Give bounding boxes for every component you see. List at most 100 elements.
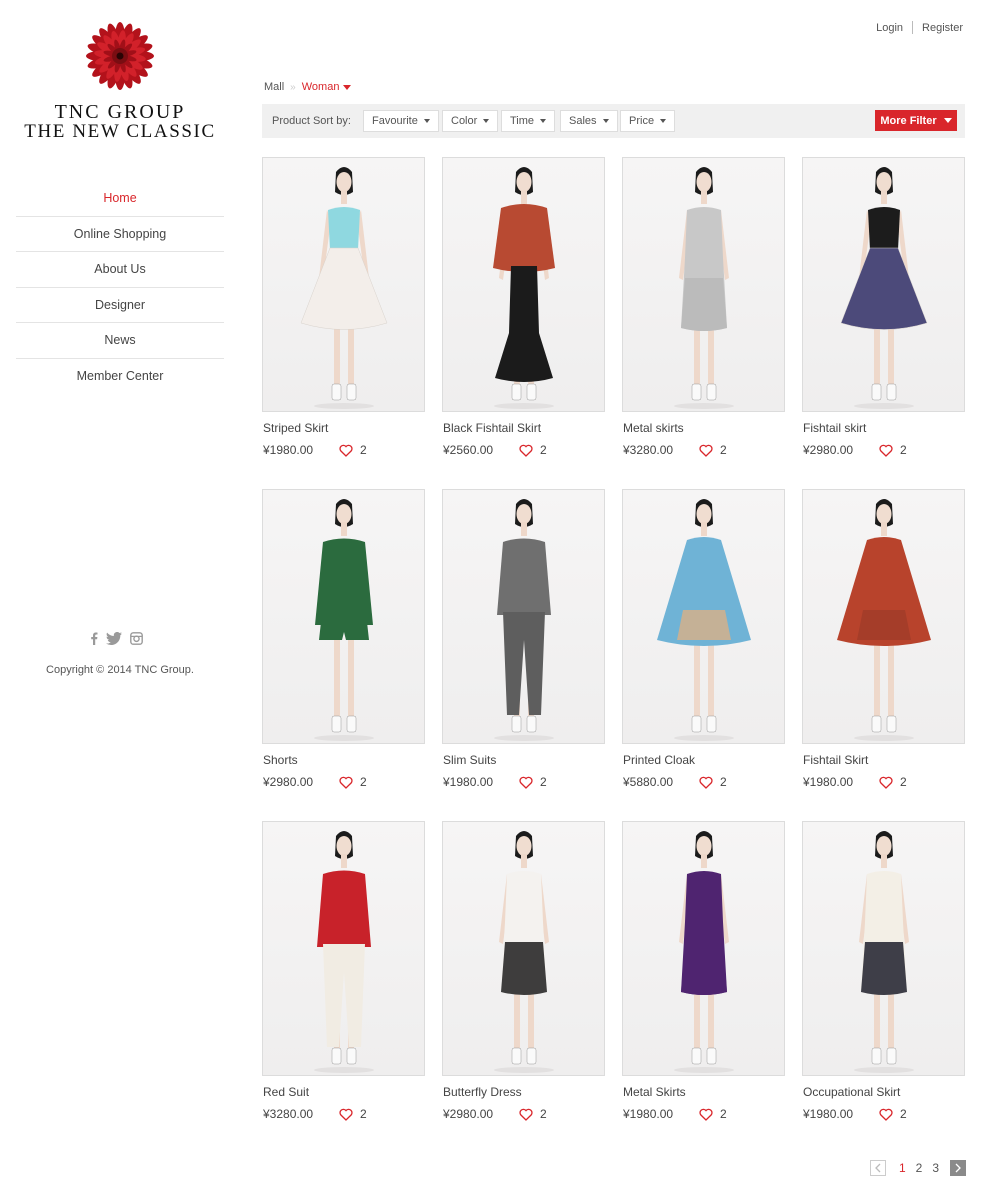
product-price: ¥1980.00 xyxy=(623,1107,674,1121)
product-name[interactable]: Shorts xyxy=(262,753,425,767)
facebook-icon[interactable] xyxy=(90,632,98,645)
product-card[interactable]: Red Suit ¥3280.00 2 xyxy=(262,821,425,1153)
breadcrumb-current[interactable]: Woman xyxy=(302,81,340,93)
product-name[interactable]: Fishtail skirt xyxy=(802,421,965,435)
product-card[interactable]: Printed Cloak ¥5880.00 2 xyxy=(622,489,785,821)
heart-icon[interactable] xyxy=(339,444,353,457)
nav-item-online-shopping[interactable]: Online Shopping xyxy=(16,217,224,252)
prev-page-button[interactable] xyxy=(869,1160,886,1176)
product-card[interactable]: Slim Suits ¥1980.00 2 xyxy=(442,489,605,821)
product-price: ¥1980.00 xyxy=(263,443,314,457)
sidebar: TNC GROUP THE NEW CLASSIC Home Online Sh… xyxy=(0,0,240,1200)
brand-tagline: THE NEW CLASSIC xyxy=(24,121,216,142)
product-image[interactable] xyxy=(442,821,605,1076)
sort-option-label: Time xyxy=(510,115,535,127)
more-filter-button[interactable]: More Filter xyxy=(875,110,957,131)
sort-option-label: Sales xyxy=(569,115,597,127)
heart-icon[interactable] xyxy=(699,776,713,789)
sort-bar: Product Sort by: Favourite Color Time Sa… xyxy=(262,104,965,138)
product-card[interactable]: Butterfly Dress ¥2980.00 2 xyxy=(442,821,605,1153)
sort-price-button[interactable]: Price xyxy=(620,110,676,132)
heart-icon[interactable] xyxy=(339,776,353,789)
sort-time-button[interactable]: Time xyxy=(501,110,556,132)
breadcrumb: Mall » Woman xyxy=(264,81,352,93)
product-name[interactable]: Red Suit xyxy=(262,1085,425,1099)
heart-icon[interactable] xyxy=(519,776,533,789)
caret-down-icon xyxy=(660,119,667,123)
caret-down-icon xyxy=(483,119,490,123)
page-1[interactable]: 1 xyxy=(899,1161,906,1175)
nav-item-news[interactable]: News xyxy=(16,323,224,359)
nav-item-member-center[interactable]: Member Center xyxy=(16,359,224,395)
main-nav: Home Online Shopping About Us Designer N… xyxy=(16,181,224,394)
product-image[interactable] xyxy=(262,157,425,412)
product-card[interactable]: Striped Skirt ¥1980.00 2 xyxy=(262,157,425,489)
product-image[interactable] xyxy=(442,489,605,744)
product-card[interactable]: Black Fishtail Skirt ¥2560.00 2 xyxy=(442,157,605,489)
product-meta: ¥2560.00 2 xyxy=(442,443,605,457)
heart-icon[interactable] xyxy=(699,444,713,457)
heart-icon[interactable] xyxy=(699,1108,713,1121)
sort-option-label: Favourite xyxy=(372,115,418,127)
like-count: 2 xyxy=(720,443,727,457)
product-card[interactable]: Fishtail Skirt ¥1980.00 2 xyxy=(802,489,965,821)
nav-item-designer[interactable]: Designer xyxy=(16,288,224,323)
product-card[interactable]: Metal Skirts ¥1980.00 2 xyxy=(622,821,785,1153)
heart-icon[interactable] xyxy=(519,444,533,457)
login-link[interactable]: Login xyxy=(876,22,903,34)
instagram-icon[interactable] xyxy=(130,632,143,645)
breadcrumb-root[interactable]: Mall xyxy=(264,81,284,93)
brand-logo[interactable]: TNC GROUP THE NEW CLASSIC xyxy=(16,14,224,142)
product-image[interactable] xyxy=(262,821,425,1076)
twitter-icon[interactable] xyxy=(106,632,122,645)
more-filter-label: More Filter xyxy=(880,114,937,127)
heart-icon[interactable] xyxy=(519,1108,533,1121)
product-meta: ¥1980.00 2 xyxy=(802,1107,965,1121)
product-name[interactable]: Occupational Skirt xyxy=(802,1085,965,1099)
sort-favourite-button[interactable]: Favourite xyxy=(363,110,439,132)
product-image[interactable] xyxy=(802,489,965,744)
chevron-down-icon[interactable] xyxy=(343,84,352,90)
breadcrumb-separator: » xyxy=(290,81,296,93)
product-image[interactable] xyxy=(802,821,965,1076)
product-name[interactable]: Metal Skirts xyxy=(622,1085,785,1099)
product-image[interactable] xyxy=(622,821,785,1076)
product-image[interactable] xyxy=(262,489,425,744)
product-image[interactable] xyxy=(622,157,785,412)
page-2[interactable]: 2 xyxy=(916,1161,923,1175)
product-grid: Striped Skirt ¥1980.00 2 Black Fishtail … xyxy=(262,157,965,1153)
heart-icon[interactable] xyxy=(879,776,893,789)
nav-item-about-us[interactable]: About Us xyxy=(16,252,224,288)
product-name[interactable]: Striped Skirt xyxy=(262,421,425,435)
product-name[interactable]: Black Fishtail Skirt xyxy=(442,421,605,435)
product-name[interactable]: Slim Suits xyxy=(442,753,605,767)
page-3[interactable]: 3 xyxy=(932,1161,939,1175)
product-name[interactable]: Butterfly Dress xyxy=(442,1085,605,1099)
sort-color-button[interactable]: Color xyxy=(442,110,499,132)
product-image[interactable] xyxy=(442,157,605,412)
register-link[interactable]: Register xyxy=(922,22,963,34)
product-name[interactable]: Printed Cloak xyxy=(622,753,785,767)
product-price: ¥1980.00 xyxy=(443,775,494,789)
product-card[interactable]: Fishtail skirt ¥2980.00 2 xyxy=(802,157,965,489)
product-card[interactable]: Metal skirts ¥3280.00 2 xyxy=(622,157,785,489)
like-count: 2 xyxy=(540,775,547,789)
product-image[interactable] xyxy=(802,157,965,412)
product-name[interactable]: Metal skirts xyxy=(622,421,785,435)
nav-item-home[interactable]: Home xyxy=(16,181,224,217)
product-name[interactable]: Fishtail Skirt xyxy=(802,753,965,767)
product-card[interactable]: Occupational Skirt ¥1980.00 2 xyxy=(802,821,965,1153)
chevron-right-icon xyxy=(955,1163,961,1173)
sort-sales-button[interactable]: Sales xyxy=(560,110,618,132)
caret-down-icon xyxy=(943,118,952,123)
product-meta: ¥2980.00 2 xyxy=(442,1107,605,1121)
heart-icon[interactable] xyxy=(879,444,893,457)
product-meta: ¥1980.00 2 xyxy=(622,1107,785,1121)
product-price: ¥5880.00 xyxy=(623,775,674,789)
heart-icon[interactable] xyxy=(879,1108,893,1121)
heart-icon[interactable] xyxy=(339,1108,353,1121)
next-page-button[interactable] xyxy=(950,1160,966,1176)
product-meta: ¥1980.00 2 xyxy=(262,443,425,457)
product-image[interactable] xyxy=(622,489,785,744)
product-card[interactable]: Shorts ¥2980.00 2 xyxy=(262,489,425,821)
